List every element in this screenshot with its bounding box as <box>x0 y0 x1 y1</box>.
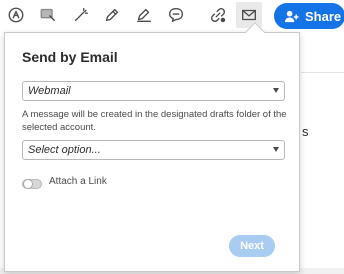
send-by-email-panel: Send by Email Webmail A message will be … <box>4 22 300 272</box>
link-icon[interactable] <box>207 4 229 26</box>
account-select-value: Select option... <box>28 144 101 156</box>
share-label: Share <box>305 8 342 24</box>
chat-bubble-icon[interactable] <box>165 4 187 26</box>
email-provider-select[interactable]: Webmail <box>22 81 285 101</box>
email-icon[interactable] <box>236 2 262 28</box>
edit-pen-icon[interactable] <box>101 4 123 26</box>
background-divider <box>301 72 344 73</box>
account-select[interactable]: Select option... <box>22 140 285 160</box>
fill-sign-icon[interactable] <box>5 4 27 26</box>
chevron-down-icon <box>273 88 279 93</box>
drafts-description: A message will be created in the designa… <box>22 109 287 133</box>
email-provider-value: Webmail <box>28 85 71 97</box>
panel-title: Send by Email <box>22 49 118 65</box>
draw-signature-icon[interactable] <box>133 4 155 26</box>
next-button[interactable]: Next <box>229 235 275 257</box>
top-toolbar: Share <box>0 0 344 32</box>
toggle-knob <box>23 179 33 189</box>
add-person-icon <box>284 10 299 22</box>
share-button[interactable]: Share <box>274 3 344 29</box>
attach-link-toggle[interactable] <box>22 179 42 189</box>
chevron-down-icon <box>273 147 279 152</box>
comment-icon[interactable] <box>37 4 59 26</box>
background-text: s <box>302 124 309 139</box>
highlight-wand-icon[interactable] <box>70 4 92 26</box>
attach-link-label: Attach a Link <box>49 176 107 187</box>
